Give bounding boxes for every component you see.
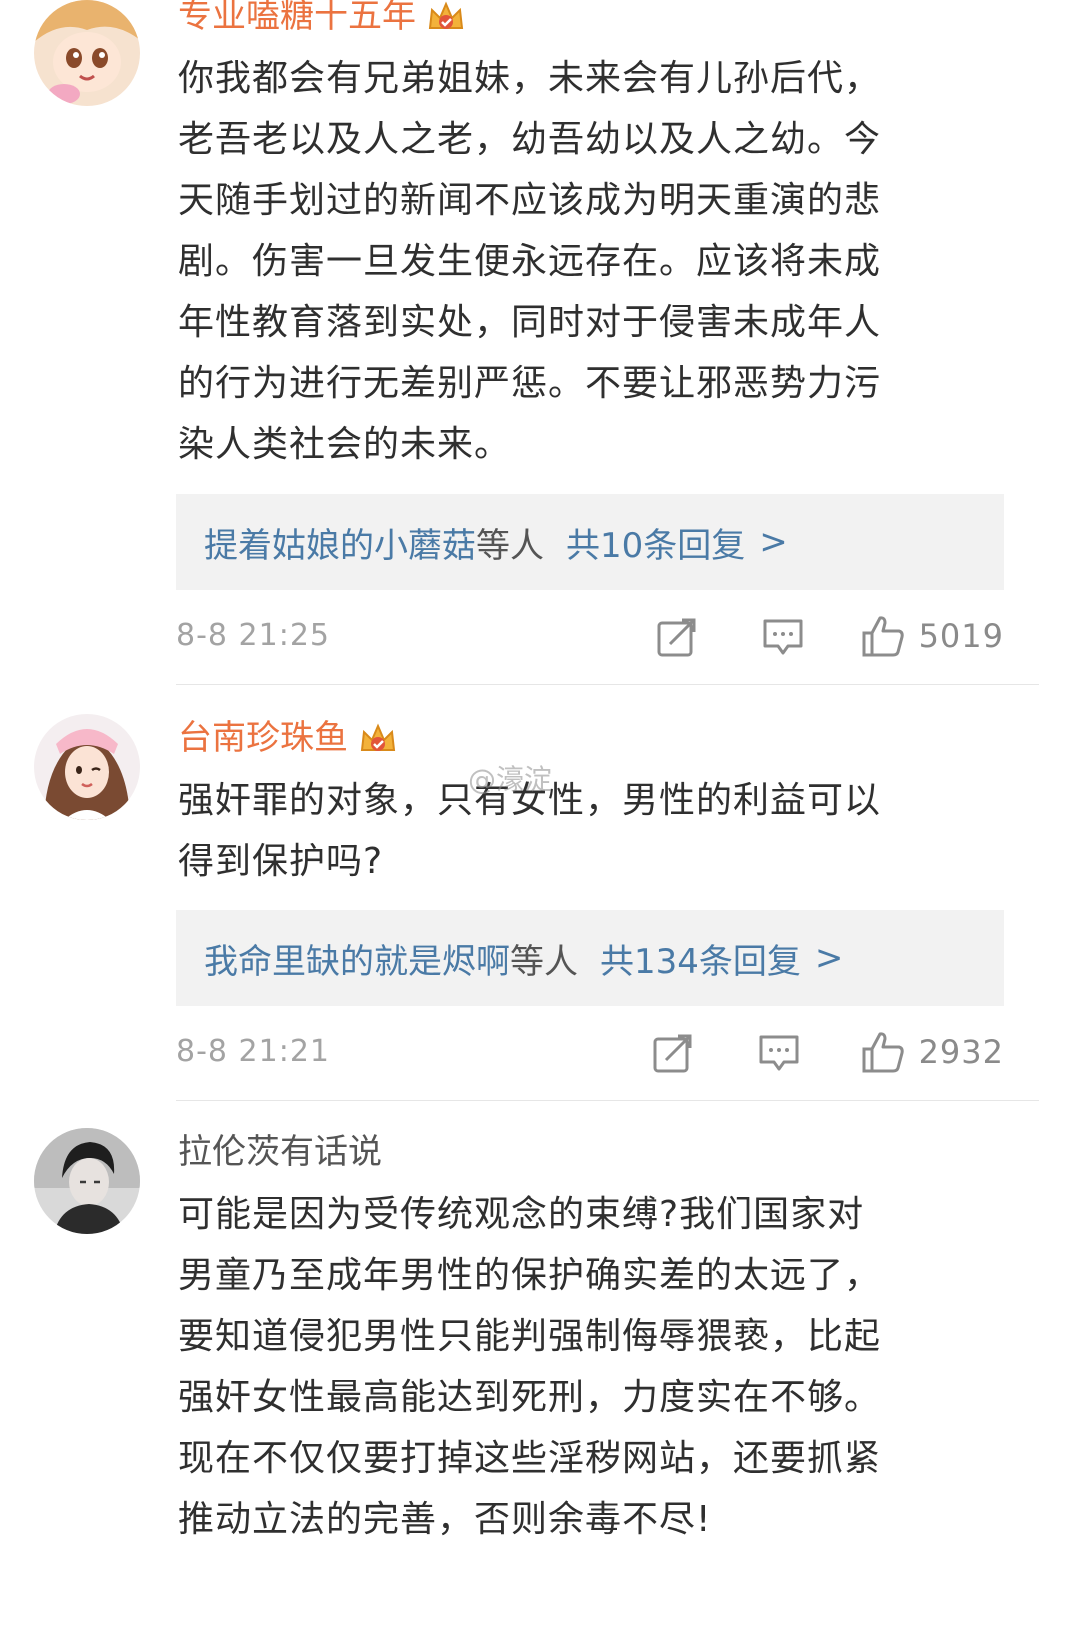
chevron-right-icon: > [759, 522, 788, 562]
username[interactable]: 拉伦茨有话说 [178, 1130, 382, 1174]
chevron-right-icon: > [814, 938, 844, 978]
repost-icon[interactable] [656, 616, 698, 658]
reply-suffix: 等人 [510, 941, 578, 982]
reply-user-link[interactable]: 提着姑娘的小蘑菇 [204, 518, 476, 567]
reply-user-link[interactable]: 我命里缺的就是烬啊 [204, 934, 510, 983]
thumbs-up-icon [862, 616, 904, 657]
thumbs-up-icon [862, 1032, 904, 1073]
username-label: 台南珍珠鱼 [178, 718, 348, 758]
reply-count-link[interactable]: 共134条回复 [600, 934, 801, 983]
vip-crown-icon [360, 723, 396, 751]
username[interactable]: 台南珍珠鱼 [178, 716, 398, 760]
comment-text: 强奸罪的对象，只有女性，男性的利益可以 得到保护吗? [178, 780, 882, 882]
like-count: 2932 [918, 1033, 1004, 1071]
username[interactable]: 专业嗑糖十五年 [178, 0, 466, 38]
reply-summary[interactable]: 我命里缺的就是烬啊 等人 共134条回复 > [176, 910, 1004, 1006]
timestamp: 8-8 21:21 [176, 1034, 330, 1069]
timestamp: 8-8 21:25 [176, 618, 330, 653]
comment-text: 可能是因为受传统观念的束缚?我们国家对 男童乃至成年男性的保护确实差的太远了， … [178, 1194, 882, 1540]
comment-text: 你我都会有兄弟姐妹，未来会有儿孙后代， 老吾老以及人之老，幼吾幼以及人之幼。今 … [178, 58, 882, 465]
reply-summary[interactable]: 提着姑娘的小蘑菇 等人 共10条回复 > [176, 494, 1004, 590]
avatar[interactable] [34, 714, 140, 820]
avatar[interactable] [34, 1128, 140, 1234]
username-label: 专业嗑糖十五年 [178, 0, 416, 36]
vip-crown-icon [428, 1, 464, 29]
comment-icon[interactable] [762, 616, 804, 658]
like-button[interactable]: 2932 [861, 1030, 1004, 1074]
divider [176, 1100, 1039, 1101]
comment-footer: 8-8 21:21 2932 [176, 1030, 1004, 1074]
repost-icon[interactable] [652, 1032, 694, 1074]
reply-count-link[interactable]: 共10条回复 [566, 518, 745, 567]
like-count: 5019 [918, 617, 1004, 655]
comment-icon[interactable] [758, 1032, 800, 1074]
like-button[interactable]: 5019 [861, 614, 1004, 658]
watermark: @濠淀 [468, 763, 553, 796]
comment-footer: 8-8 21:25 5019 [176, 614, 1004, 658]
username-label: 拉伦茨有话说 [178, 1132, 382, 1172]
reply-suffix: 等人 [476, 525, 544, 566]
avatar[interactable] [34, 0, 140, 106]
divider [176, 684, 1039, 685]
